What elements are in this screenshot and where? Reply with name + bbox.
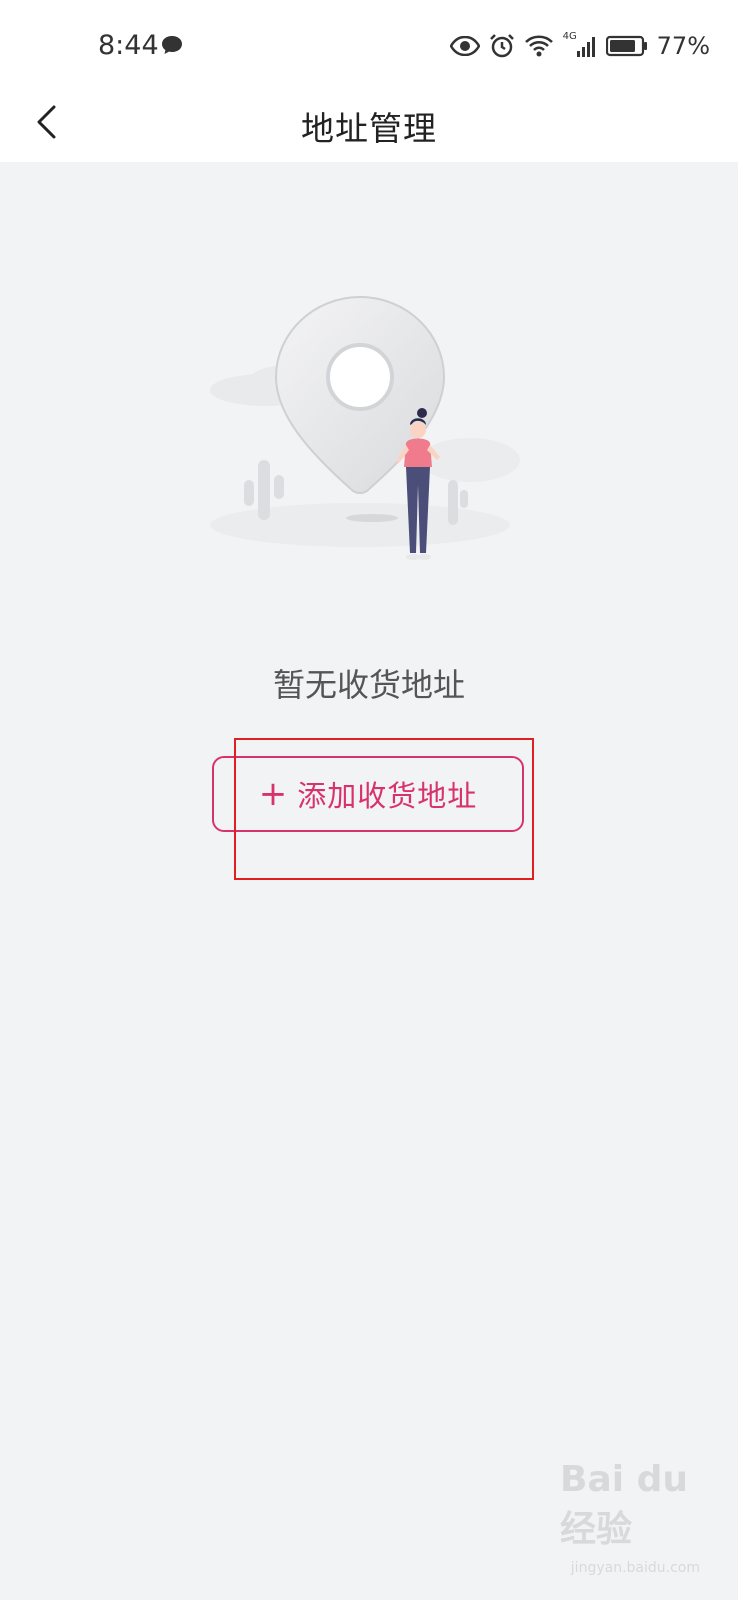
nav-bar: 地址管理 bbox=[0, 90, 738, 162]
watermark-text: Bai du 经验 bbox=[560, 1459, 689, 1550]
battery-icon bbox=[605, 35, 648, 57]
alarm-icon bbox=[489, 33, 515, 59]
eye-icon bbox=[449, 36, 480, 56]
status-time: 8:44 bbox=[98, 30, 159, 61]
status-icons: 4G 77% bbox=[449, 30, 710, 62]
watermark-subtext: jingyan.baidu.com bbox=[570, 1560, 700, 1576]
page-title: 地址管理 bbox=[301, 109, 437, 148]
battery-percent: 77% bbox=[656, 32, 710, 60]
add-address-button[interactable]: + 添加收货地址 bbox=[212, 756, 524, 832]
signal-icon: 4G bbox=[563, 31, 597, 59]
chat-icon bbox=[160, 34, 184, 60]
location-pin-illustration bbox=[200, 285, 540, 585]
add-address-label: 添加收货地址 bbox=[297, 779, 478, 813]
plus-icon: + bbox=[258, 774, 288, 814]
wifi-icon bbox=[524, 34, 554, 58]
empty-state-message: 暂无收货地址 bbox=[272, 666, 465, 704]
baidu-watermark: Bai du 经验 jingyan.baidu.com bbox=[560, 1459, 710, 1582]
status-bar: 8:44 4G 77% bbox=[0, 0, 738, 90]
